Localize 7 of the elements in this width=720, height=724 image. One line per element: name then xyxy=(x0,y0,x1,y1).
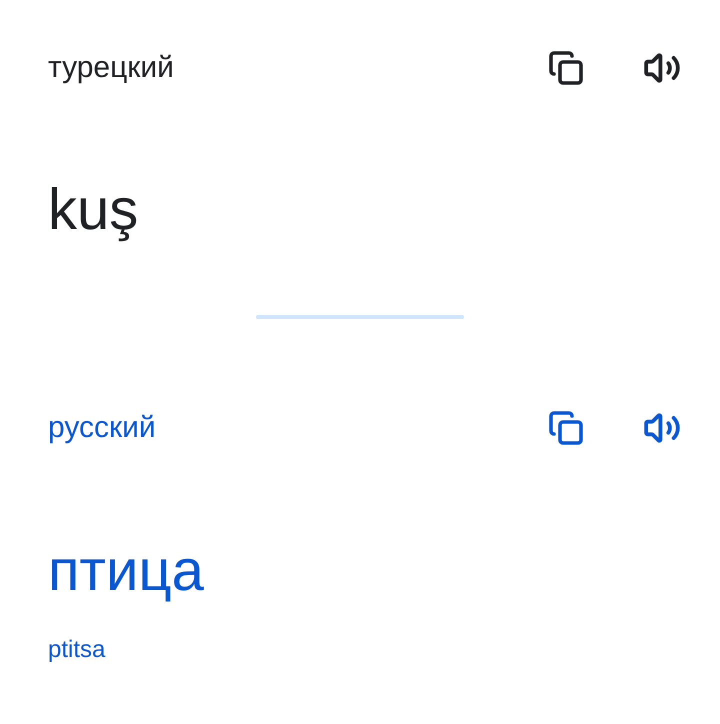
translated-text: птица xyxy=(48,539,204,603)
language-label: турецкий xyxy=(48,50,174,86)
transliteration-text: ptitsa xyxy=(48,635,106,665)
copy-button[interactable] xyxy=(546,48,586,88)
copy-button[interactable] xyxy=(546,408,586,448)
source-text: kuş xyxy=(48,178,138,242)
language-label: русский xyxy=(48,410,156,446)
